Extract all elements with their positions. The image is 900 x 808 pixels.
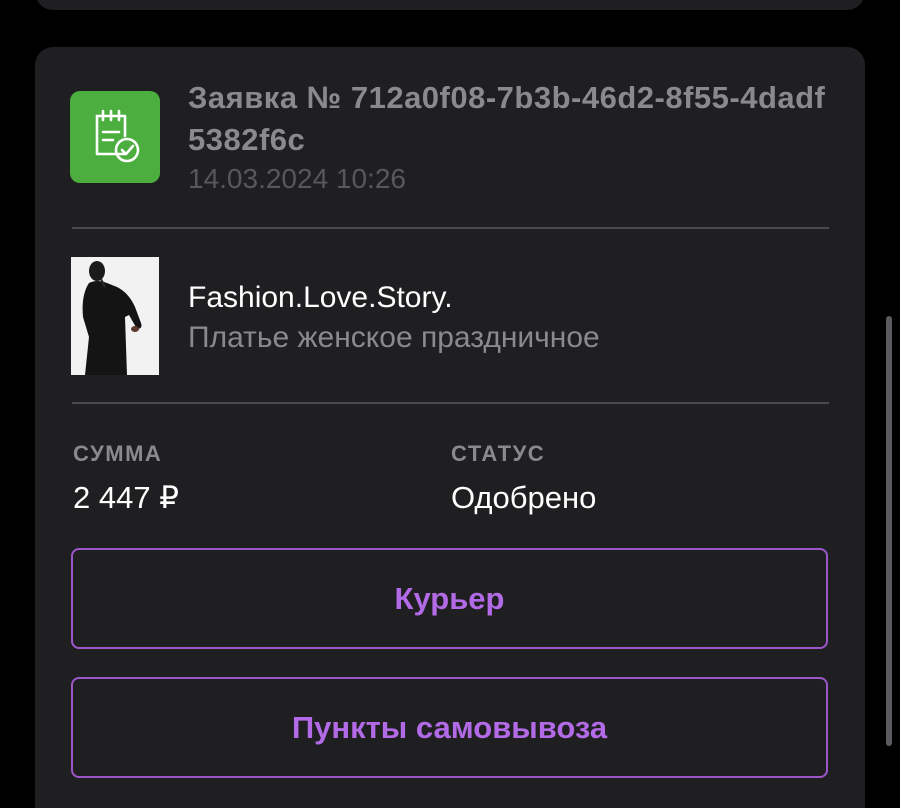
amount-label: СУММА	[73, 441, 163, 466]
order-number-title: Заявка № 712a0f08-7b3b-46d2-8f55-4dadf53…	[188, 80, 826, 157]
status-label: СТАТУС	[451, 441, 546, 466]
product-brand: Fashion.Love.Story.	[188, 281, 453, 314]
order-card: Заявка № 712a0f08-7b3b-46d2-8f55-4dadf53…	[35, 47, 865, 808]
divider	[72, 227, 829, 229]
order-date: 14.03.2024 10:26	[188, 163, 406, 194]
product-thumbnail[interactable]	[71, 257, 159, 375]
previous-order-card	[35, 0, 865, 10]
courier-button[interactable]: Курьер	[71, 548, 828, 649]
screen: Заявка № 712a0f08-7b3b-46d2-8f55-4dadf53…	[0, 0, 900, 808]
product-description: Платье женское праздничное	[188, 321, 600, 354]
status-value: Одобрено	[451, 480, 597, 515]
order-approved-icon	[70, 91, 160, 183]
amount-value: 2 447 ₽	[73, 480, 179, 515]
divider	[72, 402, 829, 404]
pickup-points-button[interactable]: Пункты самовывоза	[71, 677, 828, 778]
scrollbar[interactable]	[886, 316, 892, 746]
